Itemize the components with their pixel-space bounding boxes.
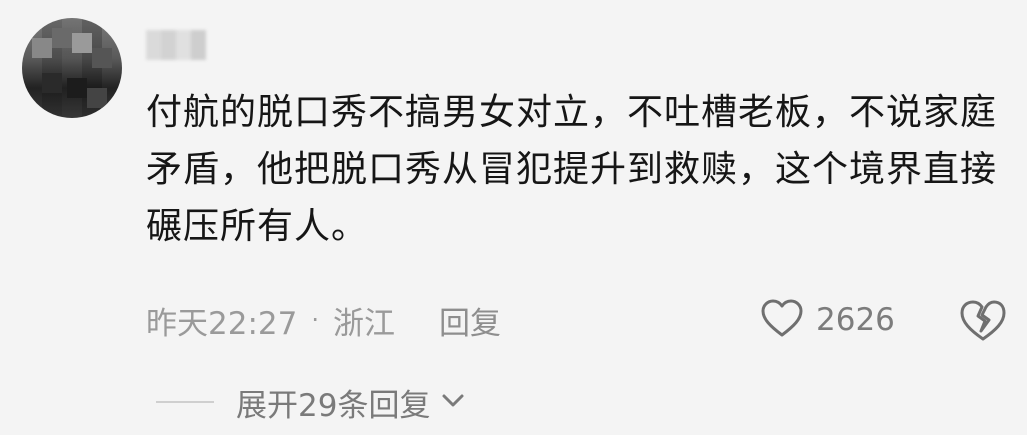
chevron-down-icon (430, 388, 468, 416)
divider-line (156, 401, 214, 403)
avatar-mosaic (72, 33, 92, 53)
like-count: 2626 (816, 302, 895, 338)
comment-time: 昨天22:27 (146, 305, 298, 342)
avatar-mosaic (87, 88, 107, 108)
avatar-mosaic (42, 73, 62, 93)
avatar[interactable] (22, 18, 122, 118)
comment-text: 付航的脱口秀不搞男女对立，不吐槽老板，不说家庭矛盾，他把脱口秀从冒犯提升到救赎，… (146, 92, 998, 247)
meta-separator: · (311, 306, 319, 334)
reply-button[interactable]: 回复 (439, 298, 501, 343)
avatar-mosaic (32, 38, 52, 58)
dislike-button[interactable] (958, 298, 1008, 342)
comment-item: 付航的脱口秀不搞男女对立，不吐槽老板，不说家庭矛盾，他把脱口秀从冒犯提升到救赎，… (0, 0, 1027, 435)
expand-replies[interactable]: 展开29条回复 (156, 380, 468, 424)
avatar-mosaic (92, 48, 112, 68)
avatar-mosaic (52, 28, 72, 48)
username-blurred[interactable] (146, 30, 206, 60)
expand-replies-label: 展开29条回复 (236, 387, 431, 424)
comment-meta: 昨天22:27 · 浙江 回复 (146, 296, 501, 344)
like-button[interactable]: 2626 (760, 296, 895, 344)
heart-outline-icon (760, 298, 804, 342)
comment-location: 浙江 (332, 305, 395, 342)
avatar-mosaic (67, 78, 87, 98)
broken-heart-icon (958, 300, 1008, 346)
